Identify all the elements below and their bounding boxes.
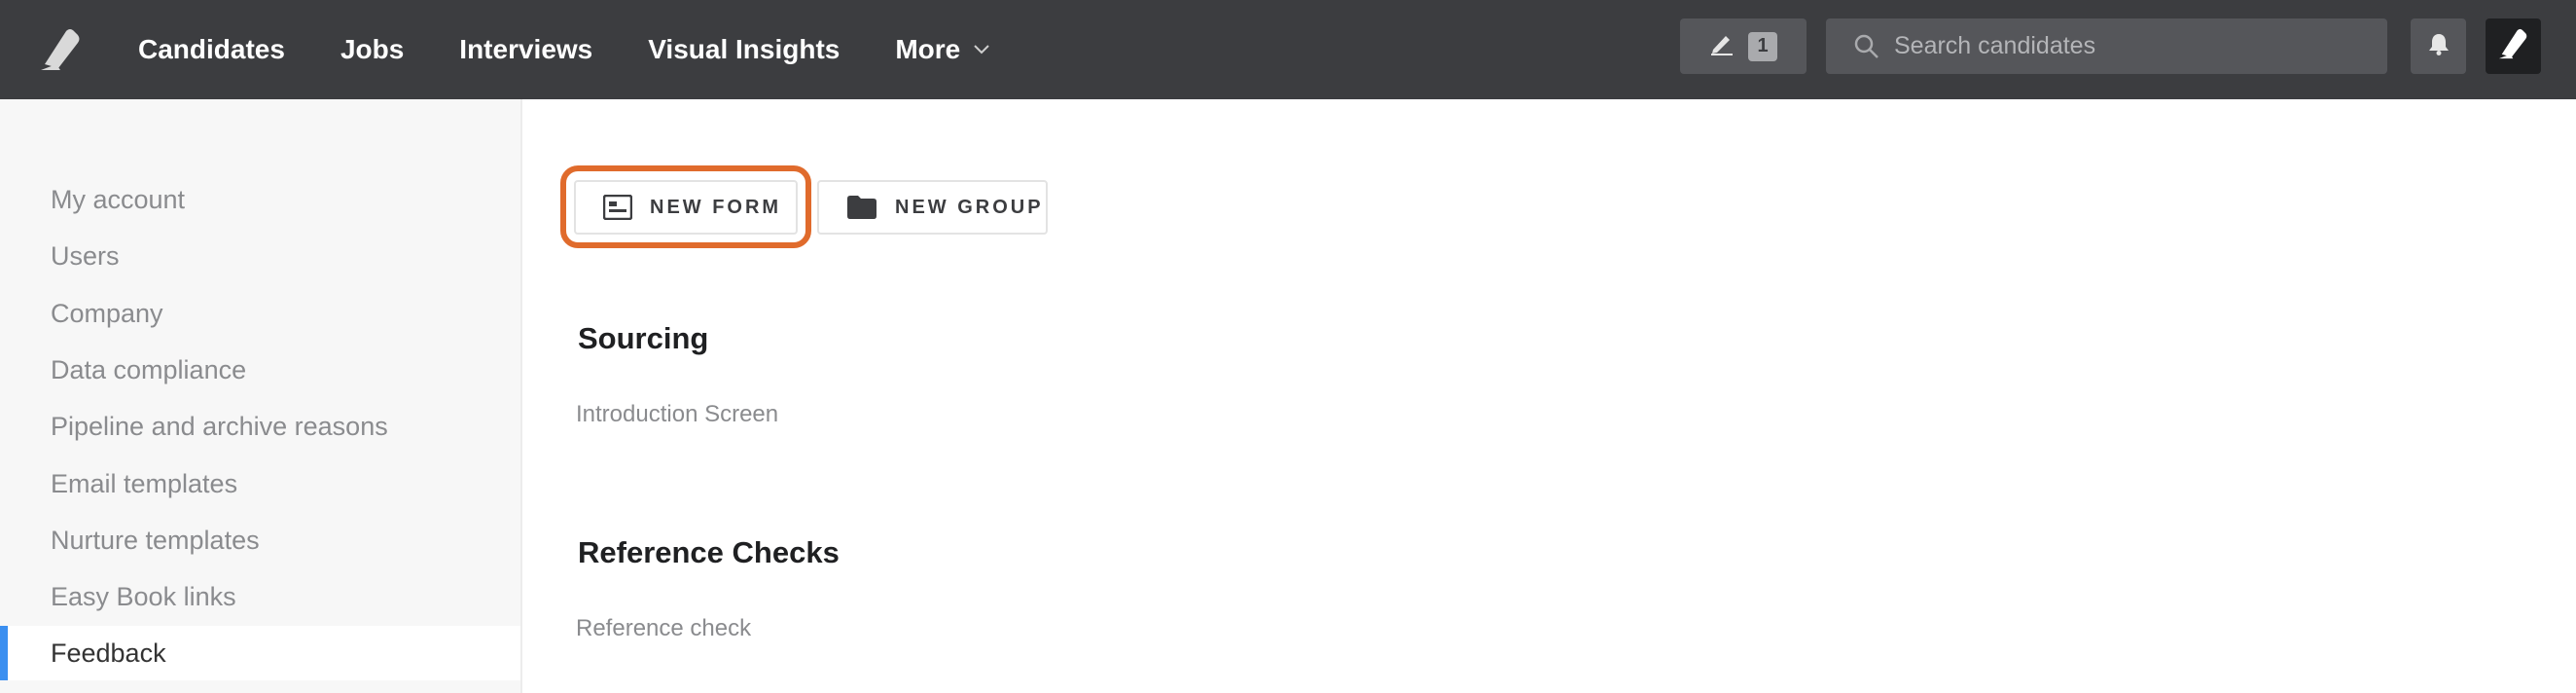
settings-sidebar: My account Users Company Data compliance… bbox=[0, 99, 522, 693]
sidebar-item-label: Company bbox=[51, 298, 163, 328]
nav-more-label: More bbox=[895, 34, 961, 64]
nav-candidates-label: Candidates bbox=[138, 34, 285, 64]
app-logo-icon[interactable] bbox=[33, 21, 89, 78]
search-input[interactable] bbox=[1894, 32, 2361, 60]
nav-visual-insights[interactable]: Visual Insights bbox=[648, 34, 840, 65]
sidebar-item-easy-book-links[interactable]: Easy Book links bbox=[0, 569, 520, 624]
sidebar-item-data-compliance[interactable]: Data compliance bbox=[0, 343, 520, 397]
top-navbar: Candidates Jobs Interviews Visual Insigh… bbox=[0, 0, 2576, 99]
pencil-icon bbox=[1709, 32, 1735, 60]
new-form-label: NEW FORM bbox=[650, 196, 782, 218]
pending-feedback-button[interactable]: 1 bbox=[1680, 18, 1807, 74]
search-box[interactable] bbox=[1826, 18, 2387, 74]
pending-count-badge: 1 bbox=[1748, 31, 1777, 61]
user-avatar[interactable] bbox=[2486, 18, 2541, 74]
notifications-button[interactable] bbox=[2411, 18, 2466, 74]
nav-visual-insights-label: Visual Insights bbox=[648, 34, 841, 64]
sidebar-item-label: Feedback bbox=[51, 638, 166, 668]
sidebar-item-label: Data compliance bbox=[51, 354, 247, 384]
sidebar-item-label: Email templates bbox=[51, 468, 238, 498]
new-group-button[interactable]: NEW GROUP bbox=[817, 180, 1048, 235]
new-form-button[interactable]: NEW FORM bbox=[574, 180, 798, 235]
nav-jobs-label: Jobs bbox=[340, 34, 405, 64]
nav-interviews[interactable]: Interviews bbox=[459, 34, 592, 65]
new-group-label: NEW GROUP bbox=[895, 196, 1044, 218]
sidebar-item-feedback[interactable]: Feedback bbox=[0, 626, 520, 680]
nav-more[interactable]: More bbox=[895, 34, 989, 65]
search-icon bbox=[1853, 33, 1880, 60]
chevron-down-icon bbox=[974, 45, 989, 55]
sidebar-item-label: Users bbox=[51, 240, 120, 271]
sidebar-item-label: Pipeline and archive reasons bbox=[51, 411, 388, 441]
form-card-icon bbox=[603, 195, 632, 220]
folder-icon bbox=[846, 195, 877, 220]
avatar-logo-icon bbox=[2496, 26, 2531, 66]
sidebar-item-label: Nurture templates bbox=[51, 525, 260, 555]
group-title-reference-checks: Reference Checks bbox=[578, 535, 840, 569]
main-nav: Candidates Jobs Interviews Visual Insigh… bbox=[138, 0, 1045, 99]
bell-icon bbox=[2428, 32, 2450, 60]
sidebar-item-users[interactable]: Users bbox=[0, 229, 520, 283]
sidebar-item-company[interactable]: Company bbox=[0, 286, 520, 341]
group-title-sourcing: Sourcing bbox=[578, 321, 709, 355]
nav-jobs[interactable]: Jobs bbox=[340, 34, 404, 65]
nav-interviews-label: Interviews bbox=[459, 34, 593, 64]
sidebar-item-nurture-templates[interactable]: Nurture templates bbox=[0, 513, 520, 567]
sidebar-item-email-templates[interactable]: Email templates bbox=[0, 456, 520, 511]
sidebar-item-label: Easy Book links bbox=[51, 581, 236, 611]
form-item-introduction-screen[interactable]: Introduction Screen bbox=[576, 401, 778, 428]
nav-candidates[interactable]: Candidates bbox=[138, 34, 285, 65]
sidebar-item-pipeline-archive-reasons[interactable]: Pipeline and archive reasons bbox=[0, 399, 520, 454]
form-item-reference-check[interactable]: Reference check bbox=[576, 615, 751, 642]
sidebar-item-my-account[interactable]: My account bbox=[0, 172, 520, 227]
sidebar-item-label: My account bbox=[51, 184, 186, 214]
